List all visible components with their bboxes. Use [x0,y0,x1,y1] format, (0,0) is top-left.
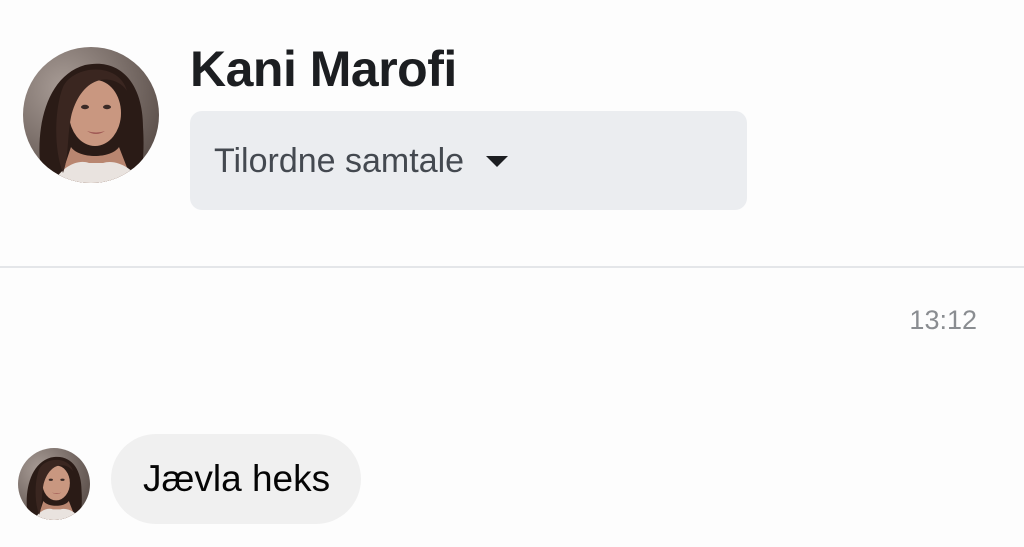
caret-down-icon [486,156,509,167]
message-bubble[interactable]: Jævla heks [111,434,362,524]
assign-conversation-dropdown[interactable]: Tilordne samtale [190,111,747,210]
profile-photo-icon [23,47,159,183]
profile-photo-icon [18,448,90,520]
conversation-header: Kani Marofi Tilordne samtale [0,0,1024,267]
header-divider [0,266,1024,268]
message-text: Jævla heks [143,458,331,499]
message-timestamp: 13:12 [909,305,977,335]
assign-conversation-label: Tilordne samtale [214,141,465,180]
conversation-view: Kani Marofi Tilordne samtale 13:12 Jævla… [0,0,1024,547]
contact-name: Kani Marofi [190,41,457,97]
contact-avatar[interactable] [23,47,159,183]
message-sender-avatar [18,448,90,520]
